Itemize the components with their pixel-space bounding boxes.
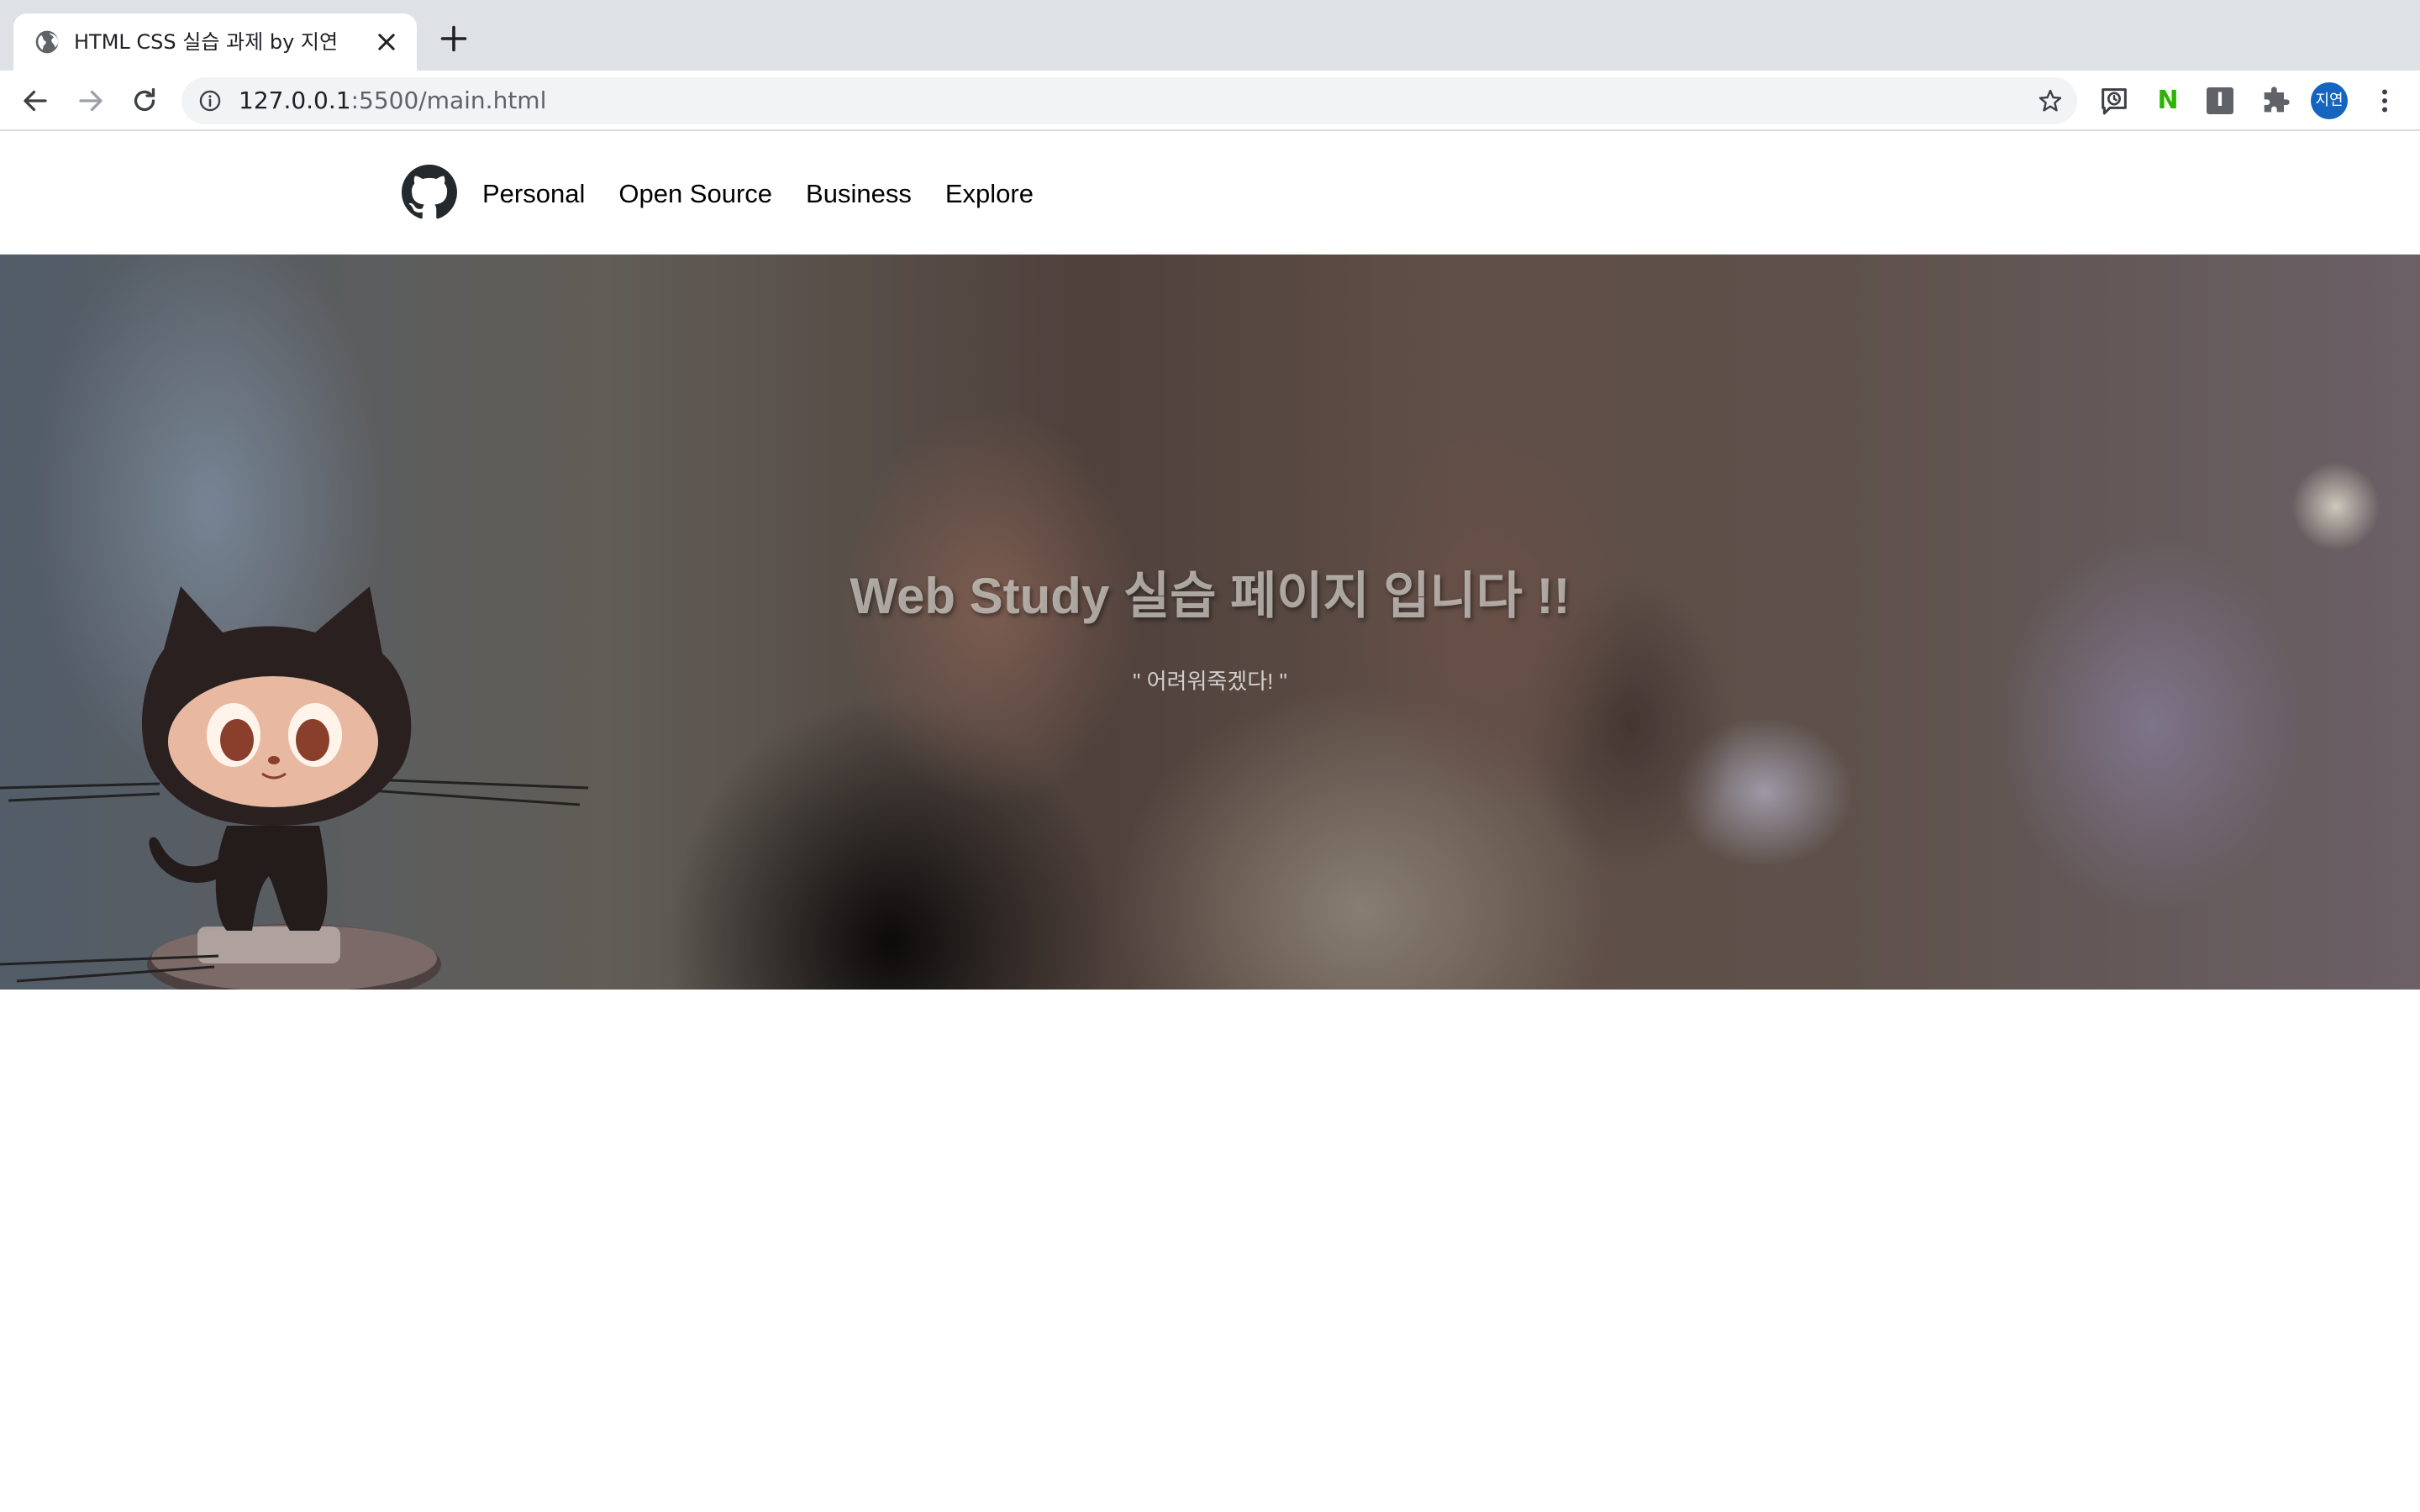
- nav-link-open-source[interactable]: Open Source: [618, 179, 772, 209]
- profile-avatar[interactable]: 지연: [2311, 82, 2348, 119]
- back-arrow-icon[interactable]: [20, 86, 50, 116]
- site-nav: Personal Open Source Business Explore: [482, 133, 1067, 255]
- address-bar[interactable]: 127.0.0.1:5500/main.html: [182, 77, 2077, 124]
- hero-banner: Web Study 실습 페이지 입니다 !! " 어려워죽겠다! ": [0, 255, 2420, 990]
- forward-arrow-icon[interactable]: [76, 86, 106, 116]
- kebab-menu-icon[interactable]: [2370, 86, 2400, 116]
- browser-toolbar: 127.0.0.1:5500/main.html N I 지연: [0, 71, 2420, 131]
- bookmark-star-icon[interactable]: [2037, 87, 2064, 114]
- globe-icon: [35, 30, 59, 54]
- puzzle-icon[interactable]: [2259, 84, 2292, 118]
- nav-link-personal[interactable]: Personal: [482, 179, 585, 209]
- browser-tab[interactable]: HTML CSS 실습 과제 by 지연: [13, 13, 417, 71]
- extension-timer-icon[interactable]: [2097, 84, 2131, 118]
- extension-i-icon[interactable]: I: [2207, 87, 2233, 114]
- info-icon[interactable]: [198, 89, 222, 113]
- url-path: :5500/main.html: [350, 87, 547, 114]
- hero-subtitle: " 어려워죽겠다! ": [1133, 669, 1287, 694]
- hero-title: Web Study 실습 페이지 입니다 !!: [850, 568, 1570, 624]
- nav-link-explore[interactable]: Explore: [945, 179, 1034, 209]
- new-tab-icon[interactable]: [439, 24, 469, 54]
- site-header: Personal Open Source Business Explore: [0, 133, 2420, 255]
- url-host: 127.0.0.1: [239, 87, 351, 114]
- browser-tabstrip: HTML CSS 실습 과제 by 지연: [0, 0, 2420, 71]
- github-logo-icon[interactable]: [402, 165, 457, 220]
- nav-link-business[interactable]: Business: [806, 179, 912, 209]
- close-icon[interactable]: [375, 30, 398, 54]
- tab-title: HTML CSS 실습 과제 by 지연: [74, 30, 339, 54]
- reload-icon[interactable]: [129, 86, 160, 116]
- naver-extension-icon[interactable]: N: [2151, 84, 2185, 118]
- url-text[interactable]: 127.0.0.1:5500/main.html: [239, 77, 546, 124]
